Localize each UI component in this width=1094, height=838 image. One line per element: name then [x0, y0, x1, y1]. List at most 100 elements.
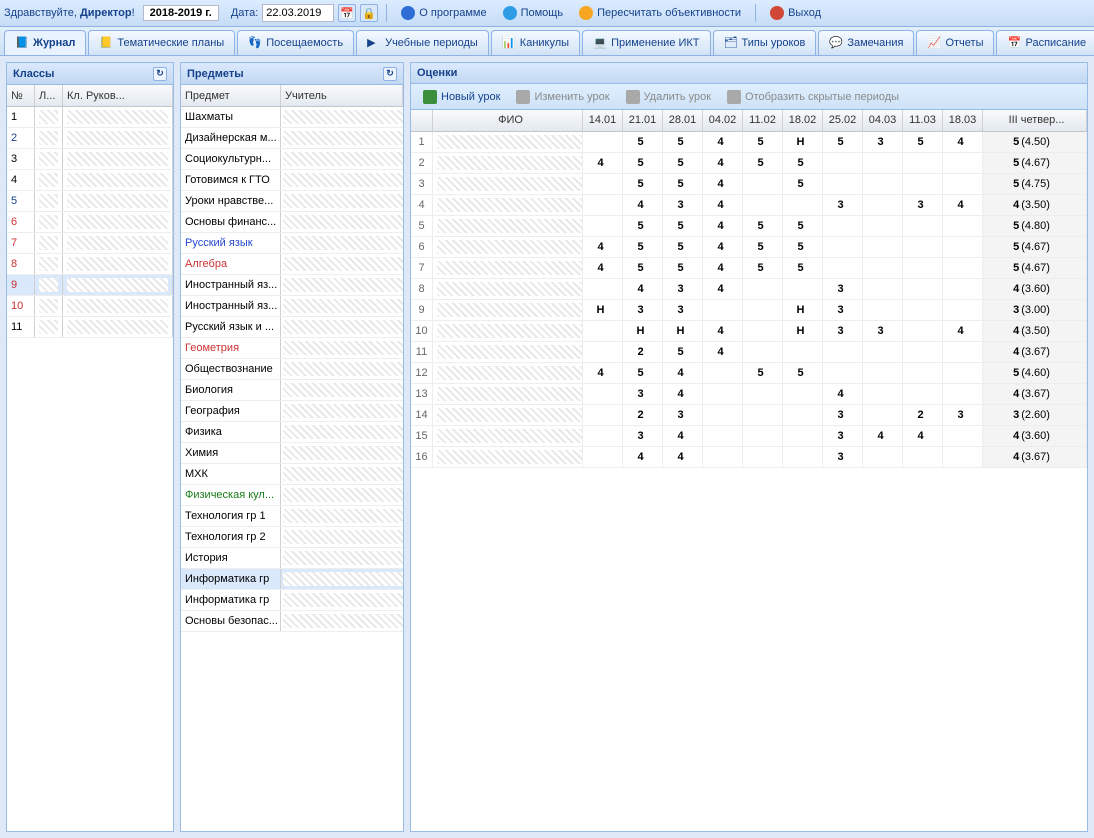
grade-cell[interactable] — [583, 447, 623, 467]
grade-cell[interactable] — [903, 153, 943, 173]
grade-cell[interactable] — [863, 153, 903, 173]
subjects-reload-icon[interactable]: ↻ — [383, 67, 397, 81]
grade-cell[interactable]: 5 — [903, 132, 943, 152]
grade-cell[interactable]: 5 — [783, 258, 823, 278]
grade-cell[interactable] — [583, 321, 623, 341]
grade-cell[interactable] — [743, 426, 783, 446]
grade-cell[interactable]: Н — [623, 321, 663, 341]
grade-cell[interactable] — [863, 363, 903, 383]
grade-cell[interactable] — [743, 384, 783, 404]
grade-cell[interactable] — [823, 237, 863, 257]
grade-cell[interactable]: 5 — [623, 363, 663, 383]
grade-cell[interactable]: 4 — [663, 426, 703, 446]
grade-cell[interactable]: 5 — [663, 153, 703, 173]
grade-cell[interactable]: 5 — [783, 174, 823, 194]
grade-cell[interactable]: 2 — [623, 405, 663, 425]
grade-cell[interactable]: 4 — [943, 195, 983, 215]
subject-row[interactable]: Основы безопас... — [181, 611, 403, 632]
grade-cell[interactable] — [783, 195, 823, 215]
grades-col-avg[interactable]: III четвер... — [983, 110, 1087, 131]
subject-row[interactable]: Физическая кул... — [181, 485, 403, 506]
grade-cell[interactable] — [583, 279, 623, 299]
grade-cell[interactable]: 4 — [903, 426, 943, 446]
grade-cell[interactable]: 4 — [583, 237, 623, 257]
grade-cell[interactable]: 5 — [743, 216, 783, 236]
grade-cell[interactable]: 4 — [703, 216, 743, 236]
grade-row[interactable]: 64554555 (4.67) — [411, 237, 1087, 258]
help-button[interactable]: Помощь — [497, 4, 570, 22]
grades-col-date[interactable]: 25.02 — [823, 110, 863, 131]
class-row[interactable]: 1 — [7, 107, 173, 128]
grade-cell[interactable]: 3 — [903, 195, 943, 215]
grade-cell[interactable] — [823, 216, 863, 236]
subjects-col-subject[interactable]: Предмет — [181, 85, 281, 106]
grade-cell[interactable] — [863, 195, 903, 215]
grade-row[interactable]: 133444 (3.67) — [411, 384, 1087, 405]
grade-cell[interactable] — [583, 405, 623, 425]
tab-attendance[interactable]: 👣Посещаемость — [237, 30, 354, 55]
grade-cell[interactable]: 5 — [663, 237, 703, 257]
grade-cell[interactable]: 5 — [623, 258, 663, 278]
grade-cell[interactable]: 3 — [663, 300, 703, 320]
grade-cell[interactable]: 4 — [663, 384, 703, 404]
grade-cell[interactable]: 3 — [623, 426, 663, 446]
grade-row[interactable]: 14233233 (2.60) — [411, 405, 1087, 426]
grade-cell[interactable]: 4 — [703, 132, 743, 152]
class-row[interactable]: 8 — [7, 254, 173, 275]
tab-schedule[interactable]: 📅Расписание — [996, 30, 1094, 55]
grade-cell[interactable]: 4 — [703, 258, 743, 278]
subject-row[interactable]: Дизайнерская м... — [181, 128, 403, 149]
grade-cell[interactable] — [823, 342, 863, 362]
grade-row[interactable]: 164434 (3.67) — [411, 447, 1087, 468]
grade-cell[interactable]: 4 — [663, 363, 703, 383]
grade-cell[interactable] — [783, 279, 823, 299]
grade-cell[interactable] — [863, 279, 903, 299]
grade-row[interactable]: 843434 (3.60) — [411, 279, 1087, 300]
tab-journal[interactable]: 📘Журнал — [4, 30, 86, 56]
grade-cell[interactable] — [943, 426, 983, 446]
classes-col-teacher[interactable]: Кл. Руков... — [63, 85, 173, 106]
subject-row[interactable]: Физика — [181, 422, 403, 443]
grade-cell[interactable]: 4 — [703, 342, 743, 362]
grade-cell[interactable] — [903, 174, 943, 194]
exit-button[interactable]: Выход — [764, 4, 827, 22]
grade-cell[interactable]: 3 — [823, 405, 863, 425]
grade-cell[interactable] — [783, 447, 823, 467]
class-row[interactable]: 3 — [7, 149, 173, 170]
subjects-col-teacher[interactable]: Учитель — [281, 85, 403, 106]
grade-cell[interactable] — [943, 174, 983, 194]
subject-row[interactable]: Уроки нравстве... — [181, 191, 403, 212]
grade-cell[interactable]: 3 — [823, 279, 863, 299]
tab-ikt[interactable]: 💻Применение ИКТ — [582, 30, 710, 55]
grade-cell[interactable]: 3 — [823, 447, 863, 467]
grade-cell[interactable] — [903, 258, 943, 278]
grade-row[interactable]: 355455 (4.75) — [411, 174, 1087, 195]
grade-cell[interactable]: 5 — [623, 237, 663, 257]
grade-cell[interactable] — [703, 300, 743, 320]
grade-cell[interactable] — [863, 342, 903, 362]
grade-row[interactable]: 15545Н53545 (4.50) — [411, 132, 1087, 153]
grade-cell[interactable]: 5 — [743, 237, 783, 257]
classes-col-letter[interactable]: Л... — [35, 85, 63, 106]
tab-remarks[interactable]: 💬Замечания — [818, 30, 914, 55]
grade-cell[interactable] — [823, 174, 863, 194]
grade-cell[interactable]: 3 — [863, 132, 903, 152]
grade-cell[interactable] — [903, 384, 943, 404]
subject-row[interactable]: Основы финанс... — [181, 212, 403, 233]
date-input[interactable] — [262, 4, 334, 22]
grade-cell[interactable]: 4 — [943, 132, 983, 152]
grade-cell[interactable] — [943, 258, 983, 278]
grade-row[interactable]: 10НН4Н3344 (3.50) — [411, 321, 1087, 342]
grade-cell[interactable] — [943, 153, 983, 173]
grades-col-date[interactable]: 18.02 — [783, 110, 823, 131]
grade-cell[interactable]: 3 — [823, 195, 863, 215]
grade-cell[interactable]: 4 — [663, 447, 703, 467]
class-row[interactable]: 6 — [7, 212, 173, 233]
class-row[interactable]: 4 — [7, 170, 173, 191]
grade-row[interactable]: 5554555 (4.80) — [411, 216, 1087, 237]
grade-cell[interactable]: 5 — [743, 153, 783, 173]
grades-col-date[interactable]: 11.02 — [743, 110, 783, 131]
grade-cell[interactable] — [783, 342, 823, 362]
grade-cell[interactable]: 4 — [703, 279, 743, 299]
grade-cell[interactable]: 4 — [623, 447, 663, 467]
